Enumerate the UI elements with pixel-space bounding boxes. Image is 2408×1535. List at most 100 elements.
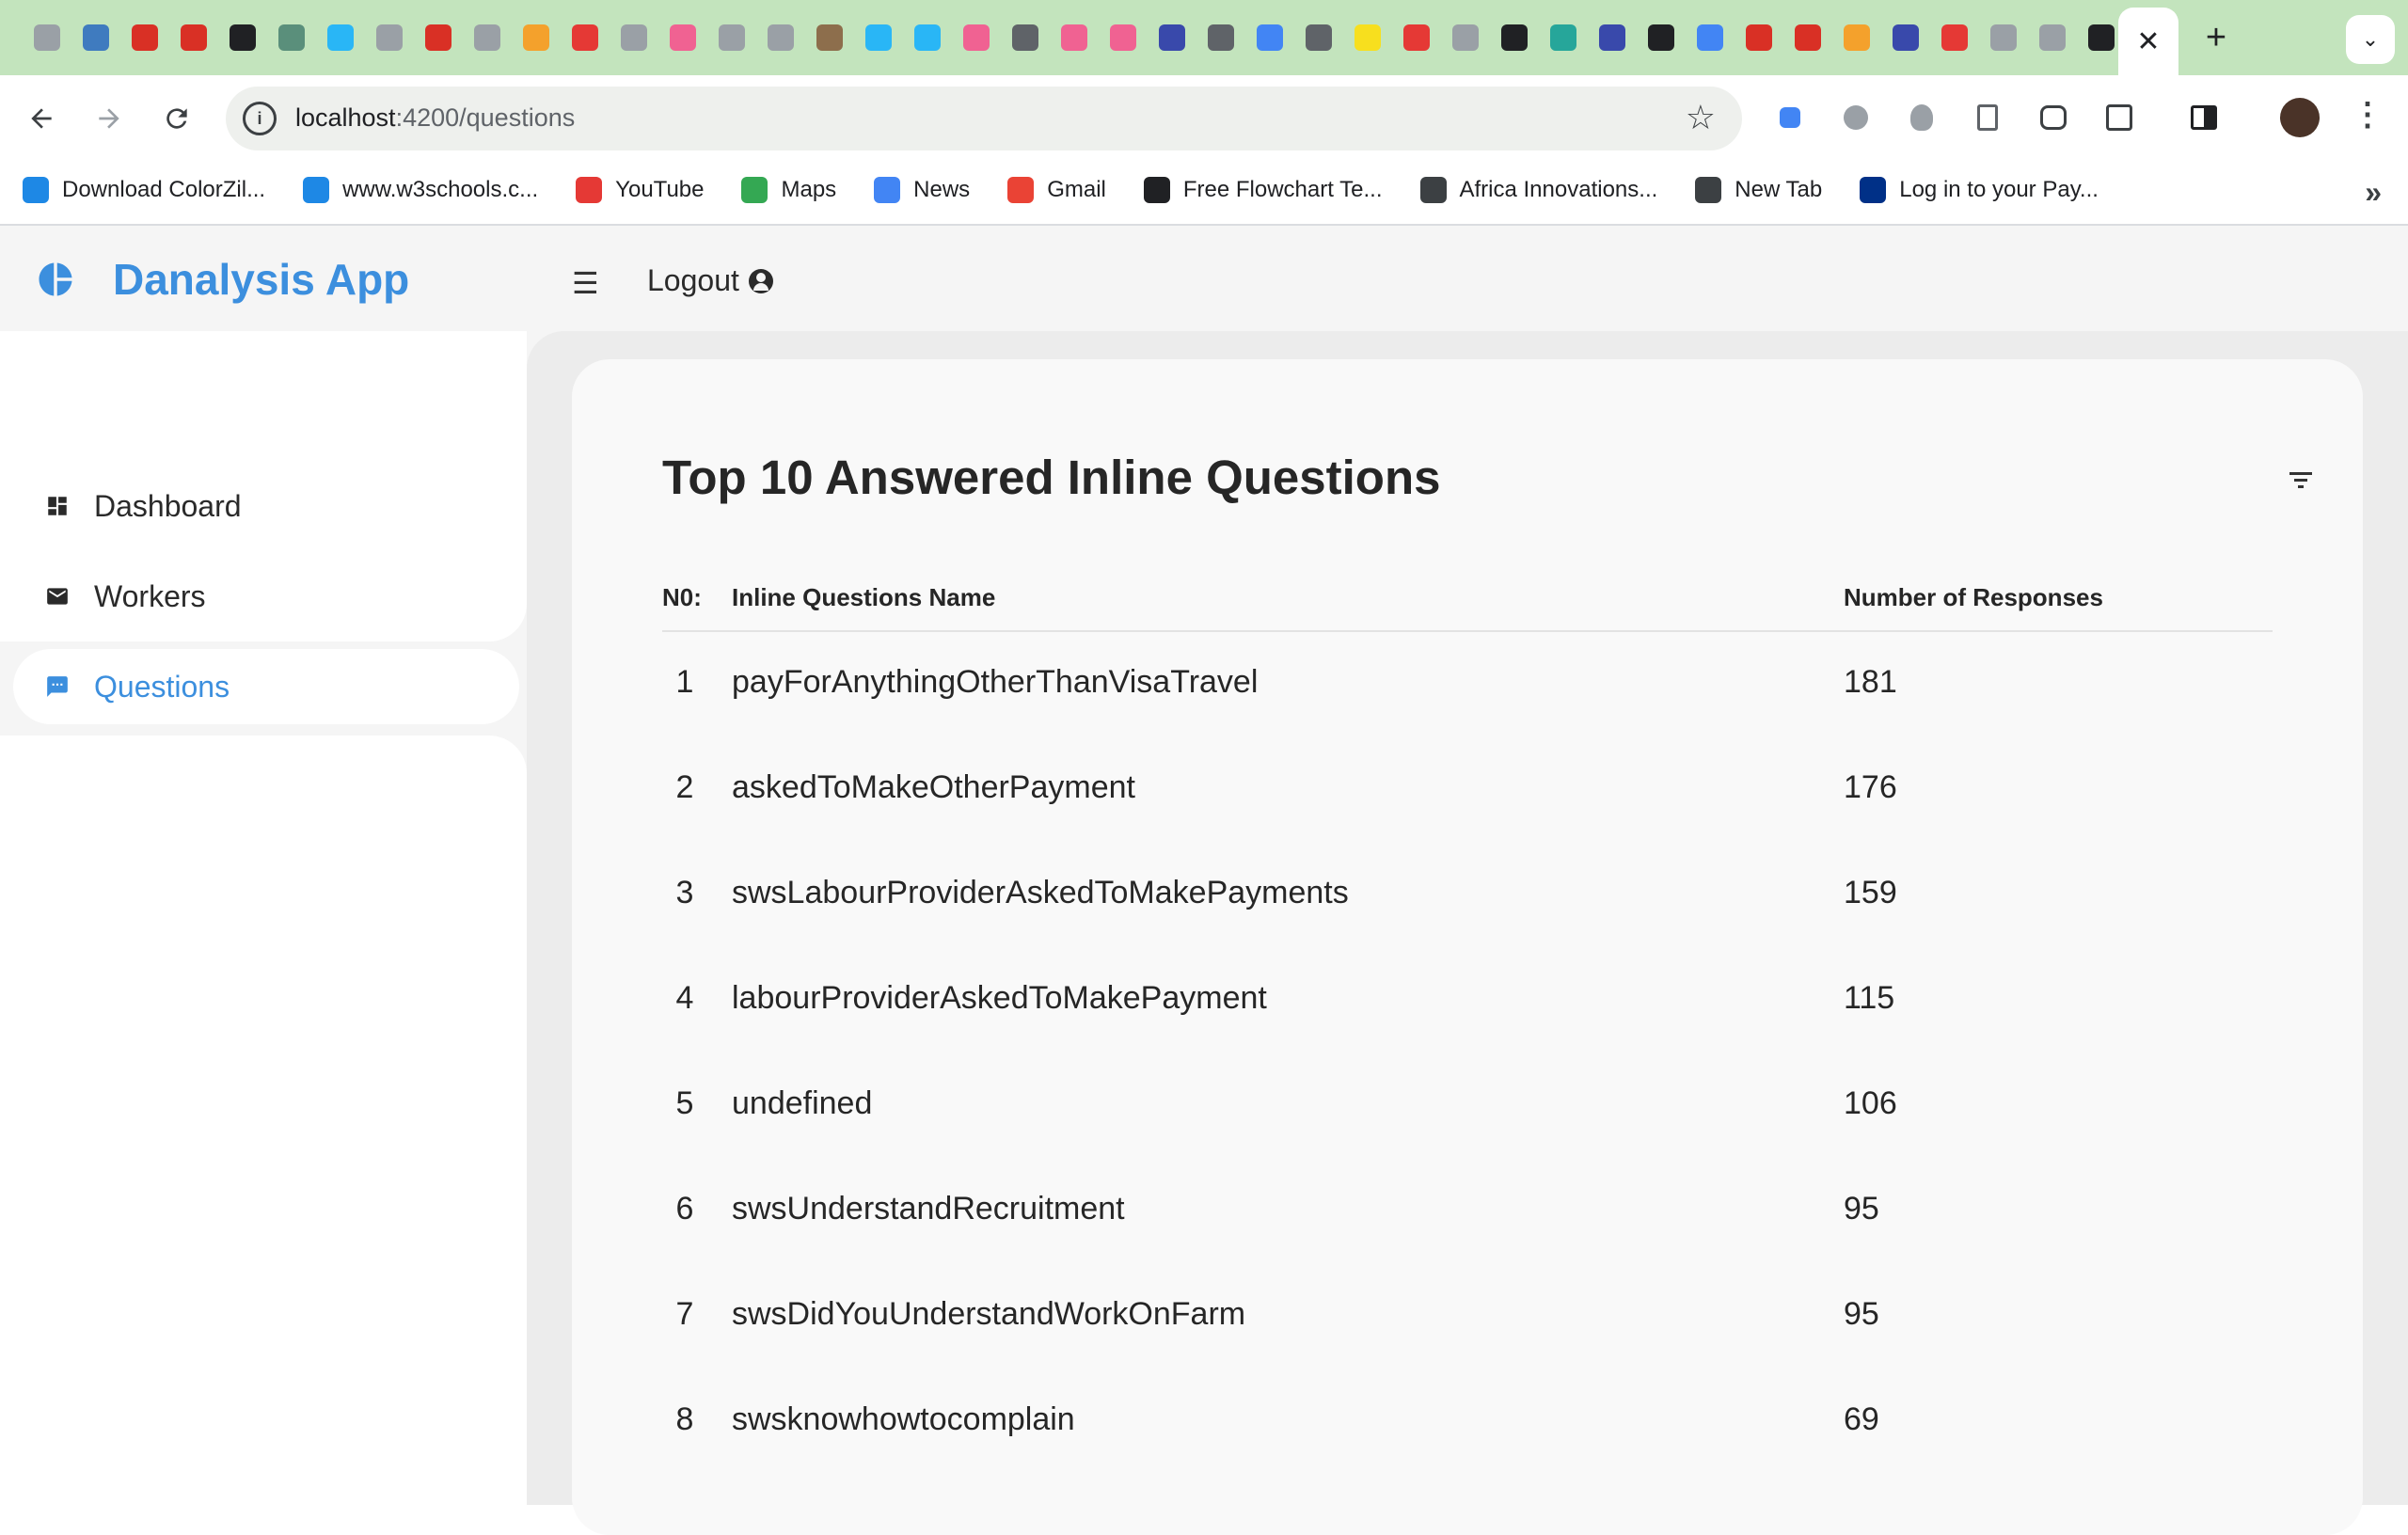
tab-favicon[interactable] <box>1686 19 1735 56</box>
mail-icon <box>43 582 71 610</box>
tab-favicon[interactable] <box>1148 19 1196 56</box>
tab-favicon[interactable] <box>414 19 463 56</box>
favicon-icon <box>1061 24 1087 51</box>
favicon-icon <box>1697 24 1723 51</box>
column-header-responses[interactable]: Number of Responses <box>1844 583 2103 612</box>
logout-button[interactable]: Logout <box>647 263 773 298</box>
bookmark-item[interactable]: www.w3schools.c... <box>303 177 538 203</box>
bug-icon[interactable] <box>1900 96 1943 139</box>
reload-icon[interactable] <box>154 96 199 141</box>
address-bar[interactable]: i localhost:4200/questions ☆ <box>226 87 1742 150</box>
tab-favicon[interactable] <box>120 19 169 56</box>
back-icon[interactable] <box>19 96 64 141</box>
tab-favicon[interactable] <box>1294 19 1343 56</box>
tab-favicon[interactable] <box>71 19 120 56</box>
bookmark-item[interactable]: Log in to your Pay... <box>1860 177 2099 203</box>
tab-favicon[interactable] <box>1490 19 1539 56</box>
column-header-no[interactable]: N0: <box>662 583 707 612</box>
tab-favicon[interactable] <box>512 19 561 56</box>
sidebar-item-dashboard[interactable]: Dashboard <box>13 468 519 544</box>
puzzle-extensions-icon[interactable] <box>2098 96 2141 139</box>
side-panel-icon[interactable] <box>2182 96 2226 139</box>
bookmark-star-icon[interactable]: ☆ <box>1686 98 1716 137</box>
tab-list <box>23 19 2175 56</box>
tab-favicon[interactable] <box>756 19 805 56</box>
more-bookmarks-icon[interactable]: » <box>2365 175 2382 210</box>
sidebar-item-questions[interactable]: Questions <box>13 649 519 724</box>
tab-favicon[interactable] <box>2028 19 2077 56</box>
tab-favicon[interactable] <box>1832 19 1881 56</box>
bookmark-item[interactable]: Gmail <box>1007 177 1106 203</box>
tab-favicon[interactable] <box>1979 19 2028 56</box>
tab-favicon[interactable] <box>1930 19 1979 56</box>
tab-favicon[interactable] <box>1441 19 1490 56</box>
tab-favicon[interactable] <box>365 19 414 56</box>
close-tab-icon[interactable]: ✕ <box>2118 8 2178 75</box>
table-row[interactable]: 5 undefined 106 <box>662 1053 2273 1159</box>
sidebar: Dashboard Workers Questions <box>0 331 527 1505</box>
tab-favicon[interactable] <box>952 19 1001 56</box>
tab-favicon[interactable] <box>707 19 756 56</box>
tab-favicon[interactable] <box>1881 19 1930 56</box>
tab-favicon[interactable] <box>1392 19 1441 56</box>
question-name: swsknowhowtocomplain <box>732 1401 1075 1437</box>
app-title[interactable]: Danalysis App <box>113 254 409 305</box>
tab-favicon[interactable] <box>1343 19 1392 56</box>
profile-avatar[interactable] <box>2280 98 2320 137</box>
forward-icon[interactable] <box>87 96 132 141</box>
bookmark-item[interactable]: Maps <box>741 177 836 203</box>
tab-search-button[interactable]: ⌄ <box>2346 15 2395 64</box>
tab-favicon[interactable] <box>1735 19 1783 56</box>
browser-menu-icon[interactable]: ⋮ <box>2352 96 2384 134</box>
sidebar-item-workers[interactable]: Workers <box>13 559 519 634</box>
table-row[interactable]: 4 labourProviderAskedToMakePayment 115 <box>662 948 2273 1053</box>
tab-favicon[interactable] <box>1099 19 1148 56</box>
tab-favicon[interactable] <box>1539 19 1588 56</box>
tab-favicon[interactable] <box>1588 19 1637 56</box>
tab-favicon[interactable] <box>218 19 267 56</box>
filter-icon[interactable] <box>2289 472 2312 489</box>
tab-favicon[interactable] <box>463 19 512 56</box>
hand-icon[interactable] <box>2032 96 2075 139</box>
table-row[interactable]: 7 swsDidYouUnderstandWorkOnFarm 95 <box>662 1264 2273 1369</box>
tab-favicon[interactable] <box>169 19 218 56</box>
table-row[interactable]: 8 swsknowhowtocomplain 69 <box>662 1369 2273 1475</box>
favicon-icon <box>719 24 745 51</box>
new-tab-button[interactable]: + <box>2195 17 2237 58</box>
menu-toggle-icon[interactable]: ☰ <box>572 265 599 301</box>
bookmark-item[interactable]: Free Flowchart Te... <box>1143 177 1383 203</box>
tab-favicon[interactable] <box>267 19 316 56</box>
url-text[interactable]: localhost:4200/questions <box>295 103 575 133</box>
wordpress-icon[interactable] <box>1834 96 1877 139</box>
tab-favicon[interactable] <box>23 19 71 56</box>
table-row[interactable]: 3 swsLabourProviderAskedToMakePayments 159 <box>662 843 2273 948</box>
tab-favicon[interactable] <box>561 19 610 56</box>
column-header-name[interactable]: Inline Questions Name <box>732 583 995 612</box>
tab-favicon[interactable] <box>610 19 658 56</box>
tab-favicon[interactable] <box>1783 19 1832 56</box>
tab-favicon[interactable] <box>1196 19 1245 56</box>
tab-favicon[interactable] <box>1001 19 1050 56</box>
tab-favicon[interactable] <box>658 19 707 56</box>
bookmark-item[interactable]: New Tab <box>1695 177 1822 203</box>
tab-favicon[interactable] <box>316 19 365 56</box>
table-row[interactable]: 1 payForAnythingOtherThanVisaTravel 181 <box>662 632 2273 737</box>
tab-favicon[interactable] <box>805 19 854 56</box>
tab-favicon[interactable] <box>854 19 903 56</box>
extension-icon[interactable] <box>1768 96 1812 139</box>
tab-favicon[interactable] <box>1245 19 1294 56</box>
clipboard-icon[interactable] <box>1966 96 2009 139</box>
table-row[interactable]: 2 askedToMakeOtherPayment 176 <box>662 737 2273 843</box>
questions-card: Top 10 Answered Inline Questions N0: Inl… <box>572 359 2363 1535</box>
tab-favicon[interactable] <box>1050 19 1099 56</box>
bookmark-item[interactable]: Africa Innovations... <box>1419 177 1657 203</box>
bookmark-item[interactable]: YouTube <box>576 177 704 203</box>
bookmark-label: Download ColorZil... <box>62 177 266 202</box>
table-row[interactable]: 6 swsUnderstandRecruitment 95 <box>662 1159 2273 1264</box>
bookmark-item[interactable]: Download ColorZil... <box>23 177 265 203</box>
tab-favicon[interactable] <box>1637 19 1686 56</box>
bookmark-item[interactable]: News <box>874 177 970 203</box>
tab-strip: ✕ + ⌄ <box>0 0 2408 75</box>
tab-favicon[interactable] <box>903 19 952 56</box>
site-info-icon[interactable]: i <box>243 102 277 135</box>
